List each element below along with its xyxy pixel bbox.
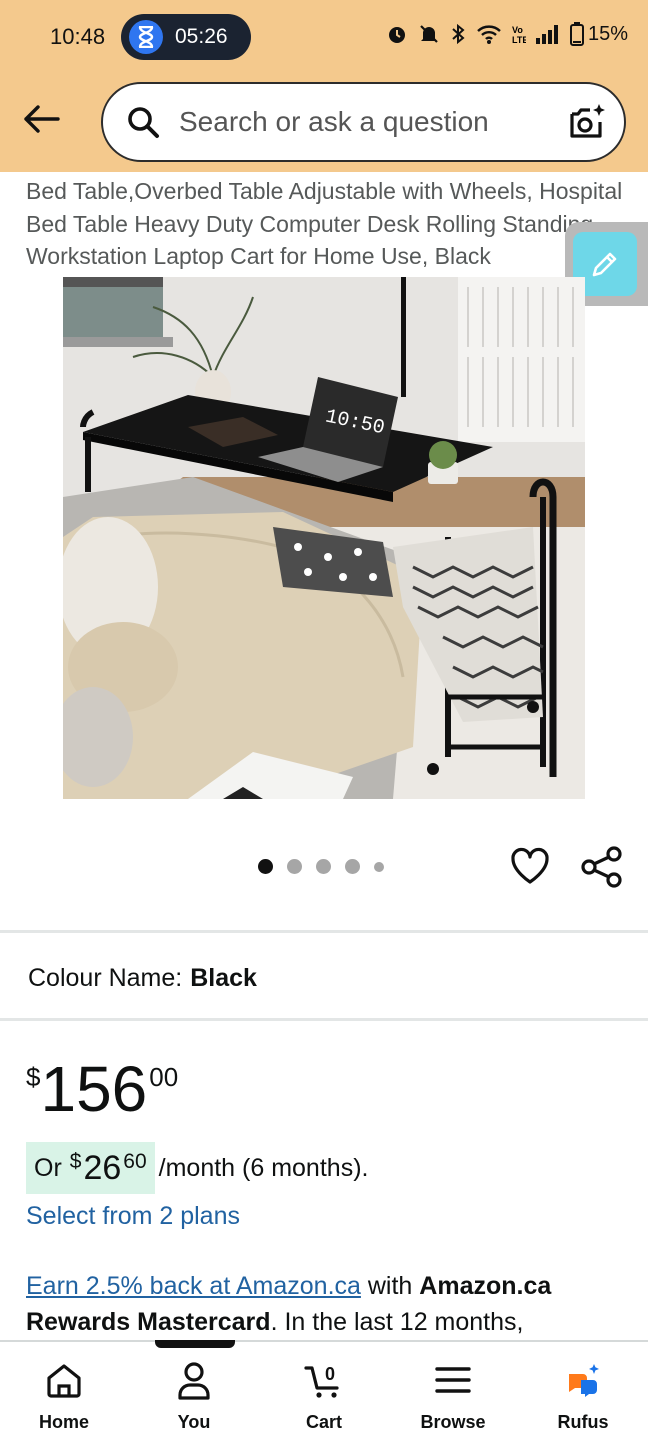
bluetooth-icon [452,23,465,45]
status-time: 10:48 [50,24,106,49]
person-icon [178,1362,210,1400]
active-tab-indicator [155,1340,235,1348]
volte-icon: VoLTE [512,25,526,45]
share-icon[interactable] [580,845,624,889]
nav-browse-label: Browse [420,1412,486,1432]
rewards-promo: Earn 2.5% back at Amazon.ca with Amazon.… [26,1268,626,1340]
svg-text:Vo: Vo [512,25,523,35]
colour-value: Black [190,964,257,992]
section-divider [0,930,648,933]
signal-icon [535,25,558,44]
mute-icon [420,25,438,43]
nav-cart[interactable]: 0 Cart [269,1360,379,1433]
installment-whole: 26 [83,1148,122,1187]
search-placeholder: Search or ask a question [179,106,489,137]
search-input[interactable]: Search or ask a question [101,82,626,162]
nav-home-label: Home [38,1412,89,1432]
nav-rufus[interactable]: Rufus [528,1360,638,1433]
carousel-dot[interactable] [345,859,360,874]
nav-you-label: You [177,1412,211,1432]
timer-text: 05:26 [175,25,228,48]
product-image[interactable]: 10:50 [63,277,585,799]
installment-badge: Or $ 26 60 [26,1142,155,1194]
app-header: 10:48 05:26 Vo LTE 15% Search or ask a qu… [0,0,648,172]
product-title: Bed Table,Overbed Table Adjustable with … [26,178,623,269]
price-fraction: 00 [149,1062,179,1092]
select-plans-link[interactable]: Select from 2 plans [26,1202,240,1231]
status-bar: 10:48 05:26 Vo LTE 15% [0,0,648,76]
section-divider [0,1018,648,1021]
installment-fraction: 60 [123,1150,147,1173]
alarm-icon [388,27,405,43]
nav-browse[interactable]: Browse [398,1360,508,1433]
search-icon [128,107,159,138]
product-photo-illustration: 10:50 [63,277,585,799]
price-whole: 156 [40,1053,148,1125]
nav-cart-label: Cart [305,1412,342,1432]
carousel-dot[interactable] [374,861,384,872]
installment-suffix: /month (6 months). [158,1153,369,1182]
hourglass-icon [129,20,163,54]
wifi-icon [477,25,501,44]
heart-icon[interactable] [509,845,551,887]
cart-icon: 0 [304,1364,339,1398]
rewards-link[interactable]: Earn 2.5% back at Amazon.ca [26,1272,361,1300]
installment-row: Or $ 26 60 /month (6 months). [26,1142,368,1194]
colour-row: Colour Name: Black [28,964,257,993]
battery-icon [569,22,584,46]
price: $ 156 00 [26,1054,178,1124]
home-icon [47,1364,81,1398]
bottom-navigation: Home You 0 Cart Browse Rufus [0,1340,648,1440]
back-button[interactable] [18,96,64,142]
nav-home[interactable]: Home [9,1360,119,1433]
carousel-dot[interactable] [287,859,302,874]
nav-you[interactable]: You [139,1360,249,1433]
installment-prefix: Or [34,1153,62,1182]
cart-count: 0 [325,1364,335,1384]
svg-text:LTE: LTE [512,35,526,45]
colour-label: Colour Name: [28,964,183,992]
rufus-icon [569,1364,599,1397]
price-currency: $ [26,1062,41,1092]
menu-icon [435,1367,471,1393]
system-icons: Vo LTE 15% [386,22,628,46]
arrow-left-icon [24,105,60,133]
installment-currency: $ [69,1150,82,1173]
rewards-text: with [360,1272,420,1300]
timer-pill[interactable]: 05:26 [121,14,251,60]
nav-rufus-label: Rufus [557,1412,609,1432]
image-carousel-dots[interactable] [258,859,384,874]
battery-percent: 15% [587,22,628,45]
carousel-dot[interactable] [316,859,331,874]
camera-sparkle-icon[interactable] [566,102,606,142]
carousel-dot[interactable] [258,859,273,874]
rewards-text-end: . In the last 12 months, [270,1308,524,1336]
pencil-icon [592,252,617,277]
